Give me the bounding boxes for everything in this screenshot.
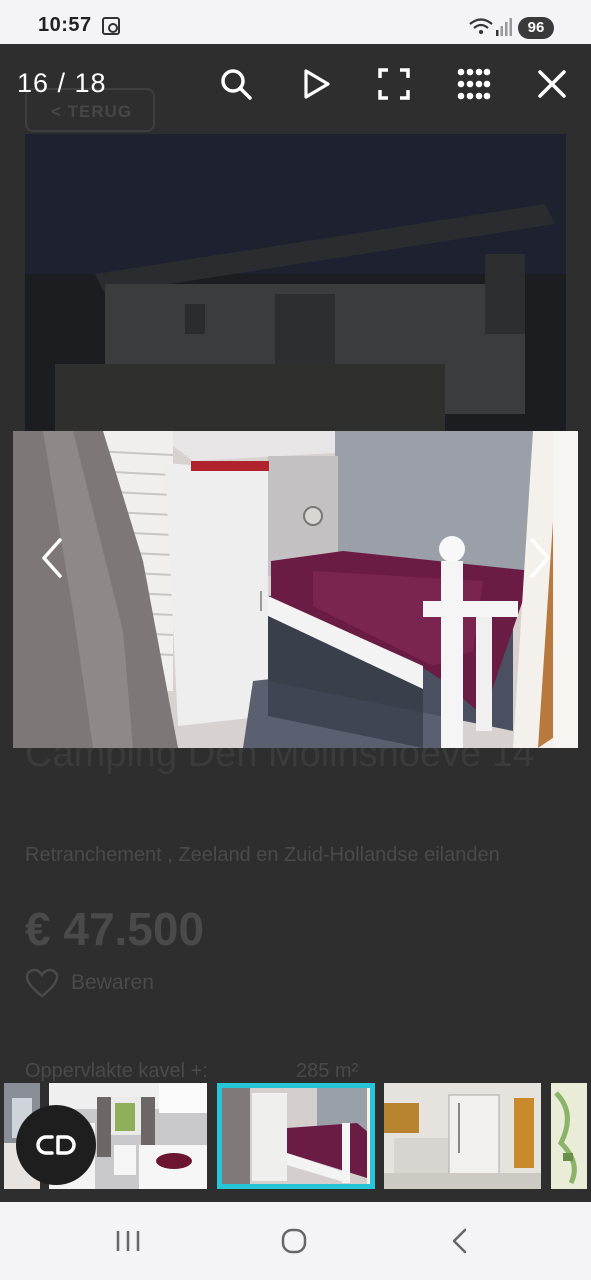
- area-label: Oppervlakte kavel +:: [25, 1060, 208, 1082]
- thumbnail-18[interactable]: [551, 1083, 587, 1189]
- system-navigation-bar: [0, 1202, 591, 1280]
- thumbnail-16-active[interactable]: [217, 1083, 375, 1189]
- area-value: 285 m²: [296, 1060, 359, 1082]
- signal-icon: [496, 18, 512, 36]
- gallery-toolbar: 16 / 18: [0, 44, 591, 122]
- save-button: Bewaren: [25, 968, 154, 998]
- heart-icon: [25, 968, 59, 998]
- fullscreen-icon[interactable]: [376, 66, 412, 102]
- screenshot-icon: [102, 17, 120, 35]
- recent-apps-icon[interactable]: [114, 1227, 142, 1255]
- listing-hero-photo: [25, 134, 566, 434]
- thumbnail-17[interactable]: [384, 1083, 541, 1189]
- search-icon[interactable]: [218, 66, 254, 102]
- back-icon[interactable]: [447, 1227, 475, 1255]
- close-icon[interactable]: [534, 66, 570, 102]
- save-label: Bewaren: [71, 971, 154, 994]
- play-icon[interactable]: [298, 66, 334, 102]
- status-bar: 10:57 96: [0, 0, 591, 44]
- gallery-main-photo[interactable]: [13, 431, 578, 748]
- loop-link-icon: [36, 1135, 76, 1155]
- home-icon[interactable]: [280, 1227, 308, 1255]
- battery-badge: 96: [518, 17, 554, 39]
- next-photo-chevron-right-icon[interactable]: [526, 536, 554, 580]
- listing-location: Retranchement , Zeeland en Zuid-Hollands…: [25, 844, 500, 866]
- wifi-icon: [469, 18, 493, 34]
- status-time: 10:57: [38, 14, 92, 36]
- photo-counter: 16 / 18: [17, 68, 107, 98]
- grid-icon[interactable]: [455, 66, 491, 102]
- listing-price: € 47.500: [25, 903, 205, 955]
- overlay-floating-button[interactable]: [16, 1105, 96, 1185]
- previous-photo-chevron-left-icon[interactable]: [38, 536, 66, 580]
